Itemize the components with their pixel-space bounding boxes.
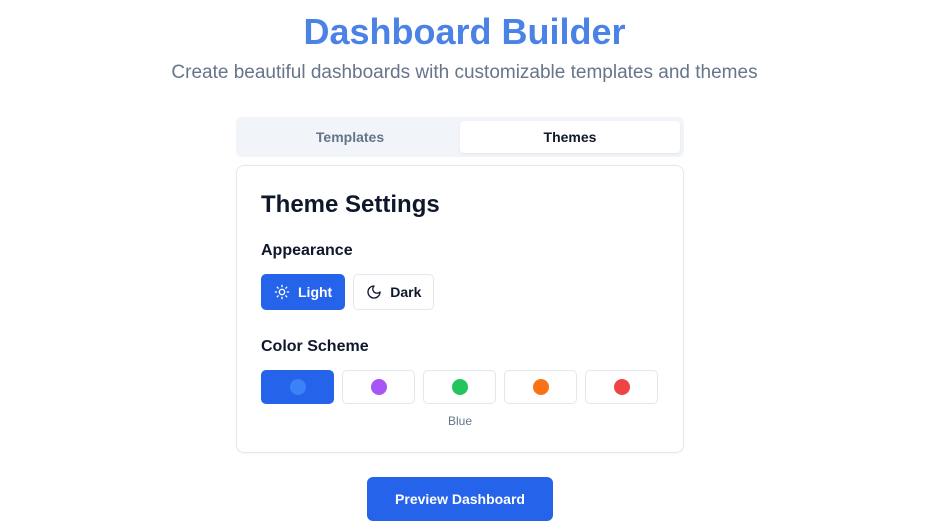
color-swatch-purple[interactable] <box>342 370 415 404</box>
tab-list: Templates Themes <box>236 117 684 157</box>
color-swatch-blue[interactable] <box>261 370 334 404</box>
tab-templates[interactable]: Templates <box>240 121 460 153</box>
color-scheme-label: Color Scheme <box>261 338 369 355</box>
color-dot <box>532 379 549 395</box>
color-swatch-green[interactable] <box>423 370 496 404</box>
selected-scheme-name: Blue <box>447 414 473 428</box>
card-title: Theme Settings <box>261 191 440 218</box>
dashboard-builder-page: Dashboard Builder Create beautiful dashb… <box>0 0 929 532</box>
moon-icon <box>366 284 382 300</box>
tab-themes[interactable]: Themes <box>460 121 680 153</box>
theme-settings-card: Theme Settings Appearance Light Dark Col… <box>236 165 684 453</box>
color-dot <box>370 379 387 395</box>
color-dot <box>613 379 630 395</box>
appearance-label: Appearance <box>261 242 353 259</box>
page-title: Dashboard Builder <box>303 11 626 52</box>
sun-icon <box>274 284 290 300</box>
dark-mode-label: Dark <box>390 284 422 300</box>
color-scheme-options <box>261 370 658 404</box>
appearance-options: Light Dark <box>261 274 435 310</box>
dark-mode-button[interactable]: Dark <box>353 274 435 310</box>
light-mode-label: Light <box>298 284 333 300</box>
preview-dashboard-button[interactable]: Preview Dashboard <box>367 477 553 521</box>
color-dot <box>289 379 306 395</box>
page-subtitle: Create beautiful dashboards with customi… <box>171 62 758 83</box>
color-swatch-red[interactable] <box>585 370 658 404</box>
color-dot <box>451 379 468 395</box>
color-swatch-orange[interactable] <box>504 370 577 404</box>
light-mode-button[interactable]: Light <box>261 274 346 310</box>
